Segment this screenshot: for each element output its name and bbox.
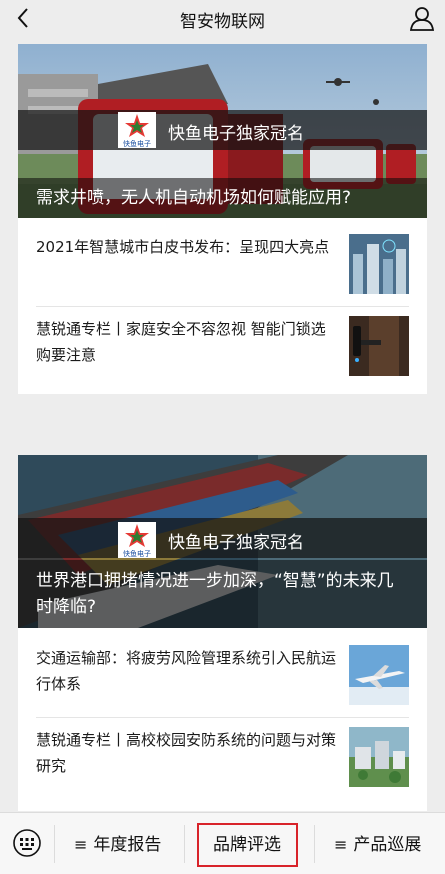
- keyboard-icon[interactable]: [12, 828, 42, 858]
- campus-thumbnail: [349, 727, 409, 787]
- svg-text:快鱼电子: 快鱼电子: [123, 139, 151, 148]
- article-card-2: 快鱼电子 快鱼电子独家冠名 世界港口拥堵情况进一步加深，“智慧”的未来几时降临?…: [18, 455, 427, 811]
- list-item-title: 慧锐通专栏丨高校校园安防系统的问题与对策研究: [36, 731, 337, 775]
- sponsor-logo: 快鱼电子: [118, 112, 156, 148]
- hero-article-1[interactable]: 快鱼电子 快鱼电子独家冠名 需求井喷，无人机自动机场如何赋能应用?: [18, 44, 427, 218]
- svg-text:快鱼电子: 快鱼电子: [123, 549, 151, 558]
- menu-icon: ≡: [74, 835, 88, 854]
- tab-label: 产品巡展: [353, 835, 422, 855]
- sponsor-text: 快鱼电子独家冠名: [168, 533, 304, 553]
- tab-annual-report[interactable]: ≡ 年度报告: [74, 830, 161, 855]
- hero-headline: 需求井喷，无人机自动机场如何赋能应用?: [18, 178, 427, 218]
- top-bar: 智安物联网: [0, 0, 445, 38]
- divider: [314, 825, 315, 863]
- divider: [36, 717, 409, 718]
- sponsor-logo: 快鱼电子: [118, 522, 156, 558]
- hero-headline: 世界港口拥堵情况进一步加深，“智慧”的未来几时降临?: [18, 560, 427, 628]
- page-title: 智安物联网: [180, 12, 265, 32]
- smart-lock-thumbnail: [349, 316, 409, 376]
- divider: [184, 825, 185, 863]
- smart-city-thumbnail: [349, 234, 409, 294]
- bottom-menu-bar: ≡ 年度报告 品牌评选 ≡ 产品巡展: [0, 812, 445, 874]
- tab-brand-selection[interactable]: 品牌评选: [213, 830, 281, 855]
- article-card-1: 快鱼电子 快鱼电子独家冠名 需求井喷，无人机自动机场如何赋能应用? 2021年智…: [18, 44, 427, 394]
- airplane-thumbnail: [349, 645, 409, 705]
- list-item-title: 慧锐通专栏丨家庭安全不容忽视 智能门锁选购要注意: [36, 320, 326, 364]
- tab-product-tour[interactable]: ≡ 产品巡展: [334, 830, 421, 855]
- list-item-title: 交通运输部：将疲劳风险管理系统引入民航运行体系: [36, 649, 337, 693]
- divider: [54, 825, 55, 863]
- tab-label: 品牌评选: [213, 835, 281, 855]
- menu-icon: ≡: [334, 835, 348, 854]
- tab-label: 年度报告: [93, 835, 162, 855]
- list-item-title: 2021年智慧城市白皮书发布：呈现四大亮点: [36, 238, 330, 256]
- user-profile-icon[interactable]: [409, 5, 435, 31]
- sponsor-text: 快鱼电子独家冠名: [168, 124, 304, 144]
- hero-article-2[interactable]: 快鱼电子 快鱼电子独家冠名 世界港口拥堵情况进一步加深，“智慧”的未来几时降临?: [18, 455, 427, 628]
- divider: [36, 306, 409, 307]
